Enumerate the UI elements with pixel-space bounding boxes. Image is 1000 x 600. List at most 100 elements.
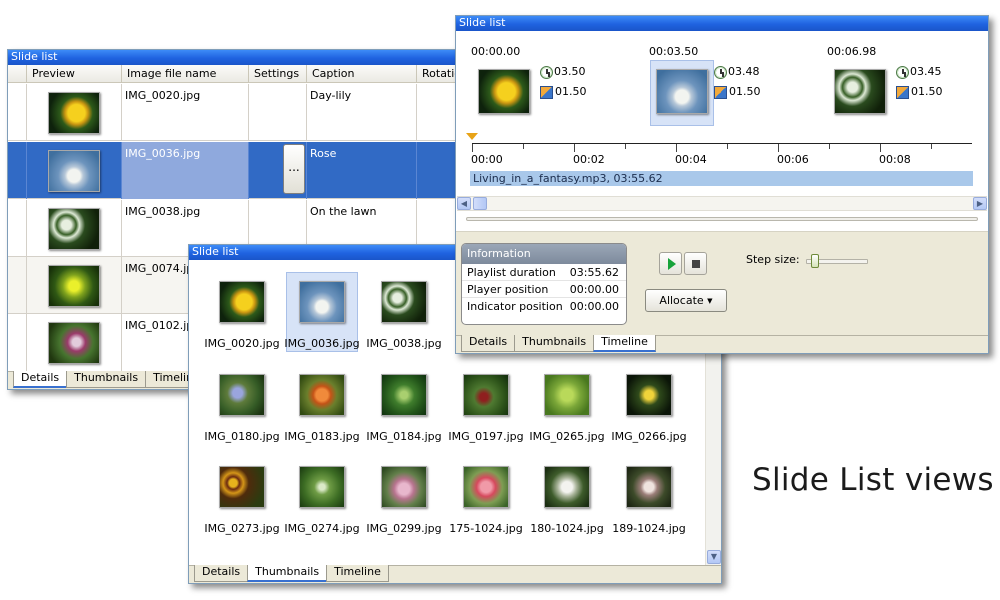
transition-icon <box>714 85 727 99</box>
thumbnail-item[interactable]: IMG_0265.jpg <box>529 365 605 445</box>
row-selector[interactable] <box>8 314 27 371</box>
horizontal-scrollbar[interactable]: ◀ ▶ <box>457 196 987 211</box>
thumbnail-label: 180-1024.jpg <box>530 522 604 535</box>
slide-duration: 03.50 <box>554 65 586 78</box>
thumbnail-item[interactable]: IMG_0183.jpg <box>284 365 360 445</box>
thumbnail-frame <box>544 374 590 416</box>
row-selector[interactable] <box>8 257 27 314</box>
tab-timeline[interactable]: Timeline <box>593 335 656 352</box>
scroll-down-icon[interactable]: ▼ <box>707 550 721 564</box>
tab-timeline[interactable]: Timeline <box>326 565 389 582</box>
tab-details[interactable]: Details <box>13 371 68 388</box>
thumbnail-label: IMG_0038.jpg <box>366 337 442 350</box>
slide-list-views-caption: Slide List views <box>752 462 994 498</box>
thumbnail-item[interactable]: IMG_0038.jpg <box>366 272 442 352</box>
timeline-slide[interactable]: 03.45 01.50 <box>834 60 943 126</box>
column-settings[interactable]: Settings <box>249 65 307 83</box>
photo-yellow-lily <box>479 70 529 113</box>
preview-thumbnail <box>48 322 100 364</box>
scroll-thumb[interactable] <box>473 197 487 210</box>
info-row: Playlist duration 03:55.62 <box>462 264 626 281</box>
thumbnail-frame <box>381 281 427 323</box>
filename-cell[interactable]: IMG_0020.jpg <box>122 84 249 141</box>
row-selector[interactable] <box>8 142 27 199</box>
caption-cell[interactable]: Rose <box>307 142 417 199</box>
scroll-left-icon[interactable]: ◀ <box>457 197 471 210</box>
info-label: Player position <box>467 283 549 296</box>
stop-button[interactable] <box>684 252 707 275</box>
preview-cell <box>27 257 122 314</box>
thumbnail-item[interactable]: IMG_0273.jpg <box>204 457 280 537</box>
thumbnail-item[interactable]: IMG_0299.jpg <box>366 457 442 537</box>
thumbnail-item-selected[interactable]: IMG_0036.jpg <box>284 272 360 352</box>
photo-yellow-lily <box>49 93 99 133</box>
thumbnail-label: IMG_0180.jpg <box>204 430 280 443</box>
photo-yellow-on-dark <box>627 375 671 415</box>
thumbnail-item[interactable]: 180-1024.jpg <box>530 457 604 537</box>
ruler-label: 00:04 <box>675 153 707 166</box>
column-caption[interactable]: Caption <box>307 65 417 83</box>
table-row-selected[interactable]: IMG_0036.jpg ... Rose <box>8 142 464 199</box>
thumbnail-label: IMG_0266.jpg <box>611 430 687 443</box>
play-button[interactable] <box>659 252 682 275</box>
preview-cell <box>27 142 122 199</box>
photo-white-flower-blue-sky <box>657 70 707 113</box>
timeline-slide[interactable]: 03.50 01.50 <box>478 60 587 126</box>
thumbnail-item[interactable]: 175-1024.jpg <box>449 457 523 537</box>
photo-pink-flower <box>382 467 426 507</box>
audio-track[interactable]: Living_in_a_fantasy.mp3, 03:55.62 <box>470 171 973 186</box>
clock-icon <box>540 65 553 79</box>
thumbnail-item[interactable]: IMG_0266.jpg <box>611 365 687 445</box>
preview-thumbnail <box>48 208 100 250</box>
thumbnail-item[interactable]: 189-1024.jpg <box>612 457 686 537</box>
slide-thumbnail <box>478 69 530 114</box>
clock-icon <box>896 65 909 79</box>
row-selector[interactable] <box>8 84 27 141</box>
step-size-slider-thumb[interactable] <box>811 254 819 268</box>
allocate-button[interactable]: Allocate ▼ <box>645 289 727 312</box>
caption-cell[interactable]: Day-lily <box>307 84 417 141</box>
thumbnail-frame <box>463 466 509 508</box>
thumbnail-label: 175-1024.jpg <box>449 522 523 535</box>
tab-thumbnails[interactable]: Thumbnails <box>514 335 595 352</box>
photo-yellow-flower <box>49 266 99 306</box>
thumbnail-label: 189-1024.jpg <box>612 522 686 535</box>
settings-cell[interactable]: ... <box>249 142 307 199</box>
column-image-file-name[interactable]: Image file name <box>122 65 249 83</box>
clock-icon <box>714 65 727 79</box>
thumbnail-frame <box>544 466 590 508</box>
slide-meta: 03.48 01.50 <box>714 62 761 102</box>
tab-thumbnails[interactable]: Thumbnails <box>247 565 328 582</box>
ruler-label: 00:08 <box>879 153 911 166</box>
thumbnail-item[interactable]: IMG_0020.jpg <box>204 272 280 352</box>
scroll-right-icon[interactable]: ▶ <box>973 197 987 210</box>
photo-orchid <box>627 467 671 507</box>
tab-details[interactable]: Details <box>461 335 516 352</box>
thumbnails-tab-bar: Details Thumbnails Timeline <box>189 565 721 583</box>
settings-ellipsis-button[interactable]: ... <box>283 144 305 194</box>
grid-header: Preview Image file name Settings Caption… <box>8 65 464 83</box>
thumbnail-item[interactable]: IMG_0274.jpg <box>284 457 360 537</box>
position-indicator-icon[interactable] <box>466 133 478 140</box>
information-header: Information <box>462 244 626 264</box>
column-preview[interactable]: Preview <box>27 65 122 83</box>
photo-yellow-lily <box>220 282 264 322</box>
photo-white-large-flower <box>545 467 589 507</box>
thumbnail-frame <box>381 466 427 508</box>
thumbnail-item[interactable]: IMG_0184.jpg <box>366 365 442 445</box>
table-row[interactable]: IMG_0020.jpg Day-lily <box>8 84 464 141</box>
photo-tulips <box>464 467 508 507</box>
slide-duration: 03.48 <box>728 65 760 78</box>
thumbnail-item[interactable]: IMG_0180.jpg <box>204 365 280 445</box>
allocate-label: Allocate <box>659 294 704 307</box>
tab-details[interactable]: Details <box>194 565 249 582</box>
filename-cell[interactable]: IMG_0036.jpg <box>122 142 249 199</box>
timeline-slide-selected[interactable]: 03.48 01.50 <box>650 60 761 126</box>
zoom-track[interactable] <box>466 217 978 221</box>
transition-duration: 01.50 <box>555 85 587 98</box>
settings-cell[interactable] <box>249 84 307 141</box>
thumbnail-label: IMG_0299.jpg <box>366 522 442 535</box>
row-selector[interactable] <box>8 200 27 257</box>
thumbnail-item[interactable]: IMG_0197.jpg <box>448 365 524 445</box>
tab-thumbnails[interactable]: Thumbnails <box>66 371 147 388</box>
